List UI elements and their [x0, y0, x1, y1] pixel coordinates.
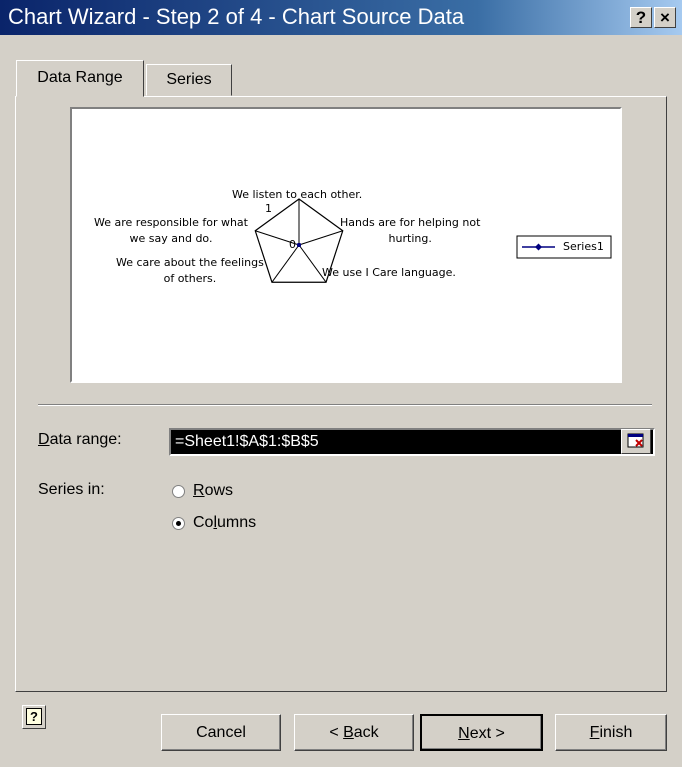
- category-label: We listen to each other.: [232, 188, 363, 201]
- cancel-button[interactable]: Cancel: [161, 714, 281, 751]
- tab-series[interactable]: Series: [146, 64, 232, 96]
- window-title: Chart Wizard - Step 2 of 4 - Chart Sourc…: [8, 4, 465, 29]
- tick-label: 0: [289, 238, 296, 251]
- legend-label: Series1: [563, 240, 604, 253]
- columns-radio[interactable]: Columns: [172, 513, 256, 533]
- next-button[interactable]: Next >: [420, 714, 543, 751]
- category-label: We use I Care language.: [322, 266, 456, 279]
- back-button[interactable]: < Back: [294, 714, 414, 751]
- columns-label: Columns: [193, 514, 257, 531]
- category-label: We are responsible for what we say and d…: [94, 216, 248, 245]
- category-label: We care about the feelings of others.: [116, 256, 264, 285]
- radio-button-rows[interactable]: [172, 484, 185, 498]
- radio-button-columns[interactable]: [172, 516, 185, 530]
- category-label: Hands are for helping not hurting.: [340, 216, 481, 245]
- tab-data-range[interactable]: Data Range: [16, 60, 144, 97]
- data-range-label: Data range:: [38, 431, 122, 448]
- title-bar: Chart Wizard - Step 2 of 4 - Chart Sourc…: [0, 0, 682, 35]
- radar-axis: [298, 230, 343, 246]
- chart-preview: We listen to each other. Hands are for h…: [70, 107, 622, 383]
- help-button[interactable]: ?: [22, 705, 46, 729]
- help-title-button[interactable]: ?: [630, 7, 652, 28]
- series-in-label: Series in:: [38, 481, 105, 498]
- series-point: [297, 243, 301, 247]
- rows-radio[interactable]: Rows: [172, 481, 233, 501]
- data-range-input[interactable]: =Sheet1!$A$1:$B$5: [169, 428, 655, 456]
- close-button[interactable]: ×: [654, 7, 676, 28]
- collapse-dialog-icon: [627, 433, 644, 448]
- rows-label: Rows: [193, 482, 234, 499]
- separator: [38, 404, 652, 406]
- collapse-dialog-button[interactable]: [621, 429, 651, 454]
- finish-button[interactable]: Finish: [555, 714, 667, 751]
- tick-label: 1: [265, 202, 272, 215]
